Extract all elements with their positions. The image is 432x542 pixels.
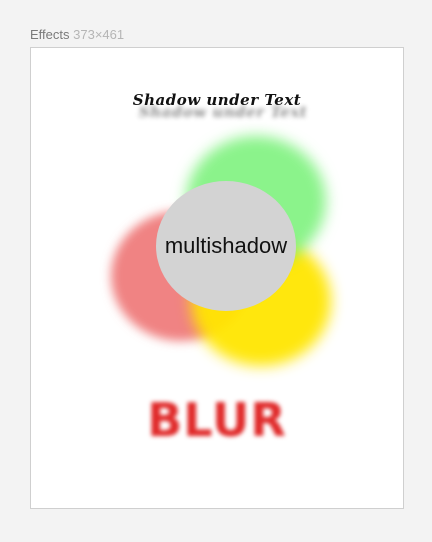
blur-text: BLUR [147,393,287,447]
panel-header: Effects 373×461 [30,27,124,42]
multishadow-circle: multishadow [156,181,296,311]
multishadow-label: multishadow [164,233,288,258]
shadow-under-text: Shadow under Text [132,91,302,109]
panel-dimensions: 373×461 [73,27,125,42]
effects-canvas: Shadow under Text multishadow BLUR [30,47,404,509]
panel-title: Effects [30,27,70,42]
